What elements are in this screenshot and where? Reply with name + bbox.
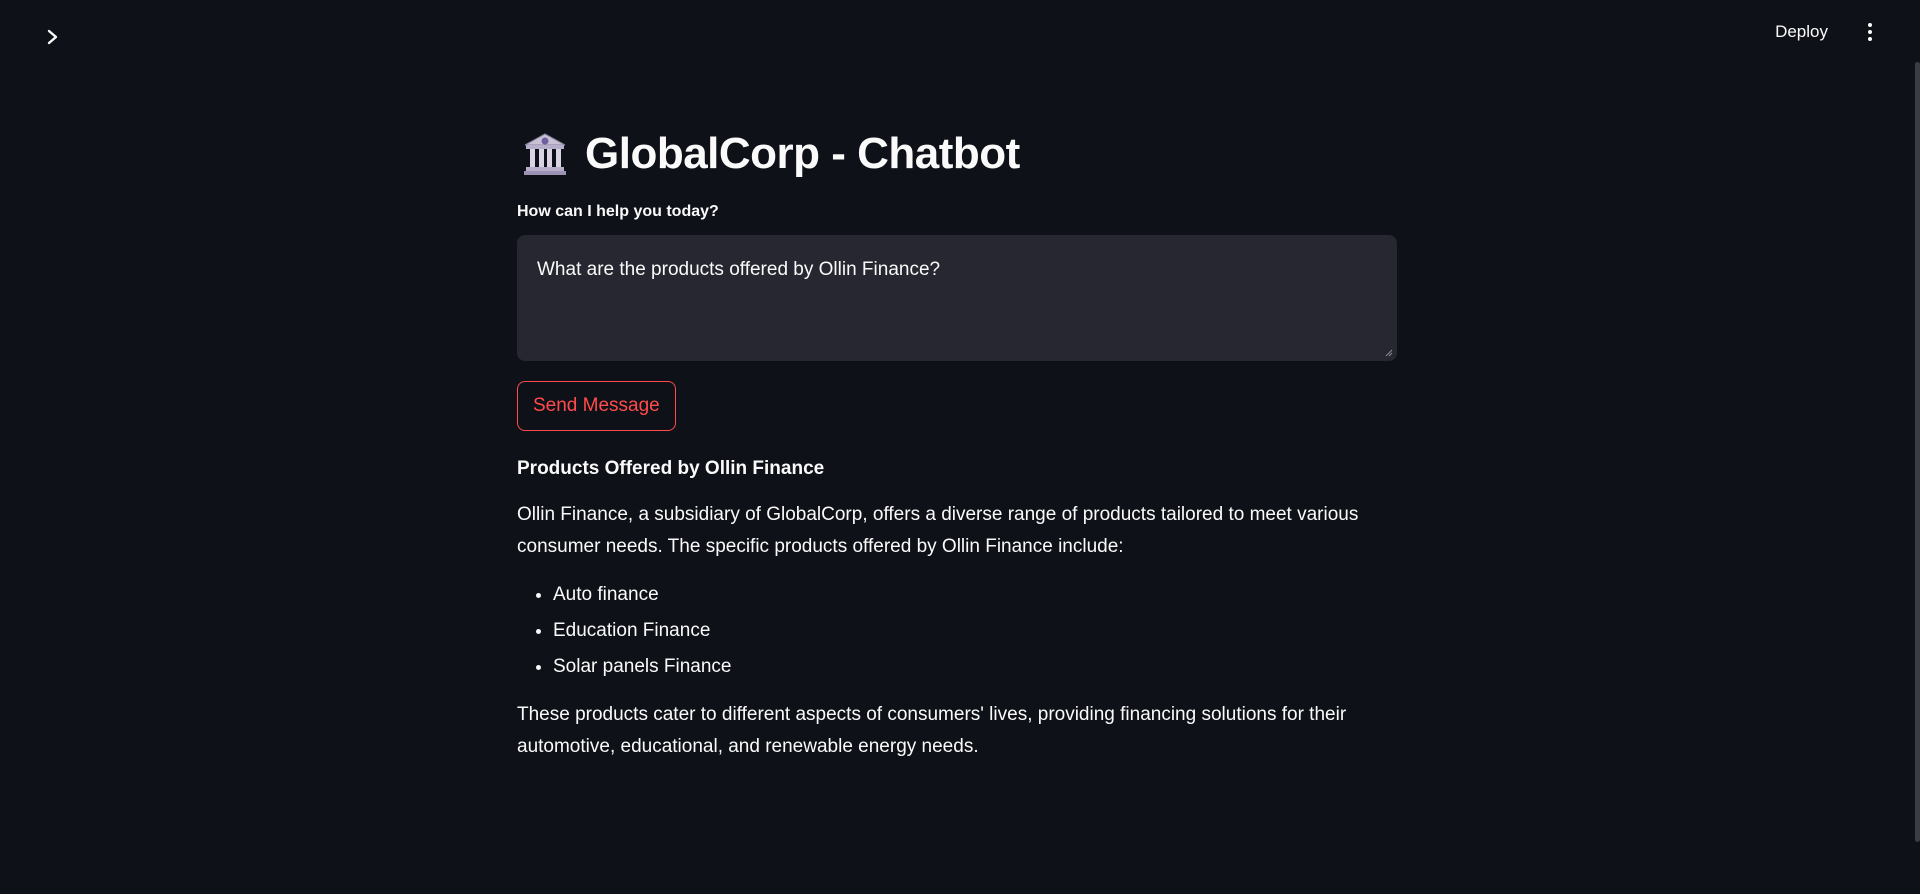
message-textarea[interactable]: What are the products offered by Ollin F… <box>517 235 1397 361</box>
response-heading: Products Offered by Ollin Finance <box>517 458 825 479</box>
list-item: Education Finance <box>553 613 1397 649</box>
page-header: GlobalCorp - Chatbot <box>517 124 1020 184</box>
product-list: Auto finance Education Finance Solar pan… <box>517 577 1397 685</box>
chevron-right-icon <box>47 29 58 45</box>
message-textarea-value: What are the products offered by Ollin F… <box>537 259 941 280</box>
page-title: GlobalCorp - Chatbot <box>585 129 1020 178</box>
app-root: Deploy GlobalCorp - Chatbot How can I he… <box>0 0 1920 894</box>
resize-handle-icon[interactable] <box>1385 349 1393 357</box>
message-input-label: How can I help you today? <box>517 203 719 220</box>
kebab-dot-icon <box>1868 23 1872 27</box>
kebab-dot-icon <box>1868 37 1872 41</box>
kebab-dot-icon <box>1868 30 1872 34</box>
list-item: Solar panels Finance <box>553 649 1397 685</box>
deploy-button[interactable]: Deploy <box>1775 18 1828 46</box>
list-item: Auto finance <box>553 577 1397 613</box>
send-message-button[interactable]: Send Message <box>517 381 676 431</box>
chatbot-response: Products Offered by Ollin Finance Ollin … <box>517 453 1397 777</box>
page-scrollbar[interactable] <box>1915 62 1920 842</box>
main-menu-button[interactable] <box>1856 18 1884 46</box>
bank-icon <box>524 133 566 175</box>
sidebar-expand-button[interactable] <box>38 22 68 52</box>
response-conclusion: These products cater to different aspect… <box>517 704 1347 757</box>
response-intro: Ollin Finance, a subsidiary of GlobalCor… <box>517 504 1359 557</box>
